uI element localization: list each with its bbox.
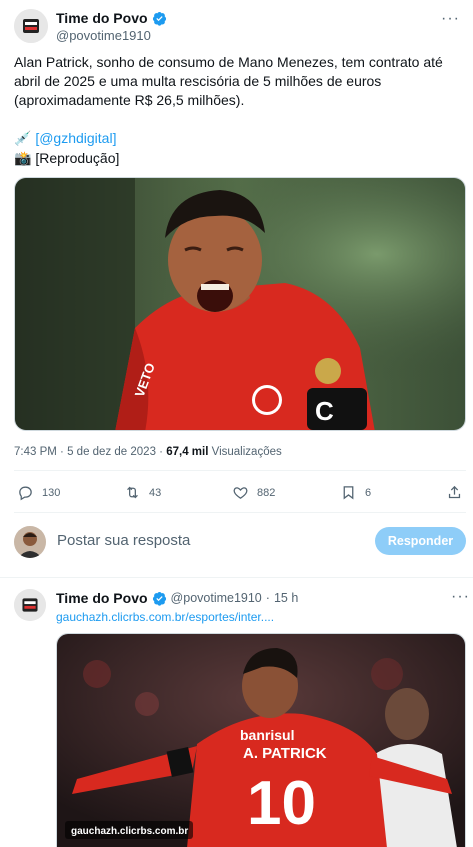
image-source-caption: gauchazh.clicrbs.com.br (71, 826, 188, 837)
reply-input[interactable]: Postar sua resposta (57, 532, 190, 549)
second-author-avatar[interactable] (14, 589, 46, 621)
user-avatar[interactable] (14, 526, 46, 558)
tweet-meta: 7:43 PM · 5 de dez de 2023 · 67,4 mil Vi… (14, 446, 282, 458)
more-options-icon[interactable]: ··· (441, 10, 460, 28)
views-label: Visualizações (211, 446, 282, 458)
tweet-date[interactable]: 5 de dez de 2023 (67, 446, 156, 458)
author-block: Time do Povo @povotime1910 (56, 10, 167, 43)
second-author-name[interactable]: Time do Povo (56, 590, 148, 606)
share-icon (448, 485, 461, 499)
meta-separator: · (60, 446, 64, 458)
tweet-photo[interactable]: C VETO (14, 177, 466, 431)
bookmark-action[interactable]: 6 (340, 484, 371, 501)
tweet-time[interactable]: 7:43 PM (14, 446, 57, 458)
divider (14, 470, 466, 471)
meta-separator-2: · (159, 446, 164, 458)
second-author-handle[interactable]: @povotime1910 (171, 591, 262, 605)
like-action[interactable]: 882 (232, 484, 275, 501)
author-name[interactable]: Time do Povo (56, 10, 148, 26)
retweet-count: 43 (149, 486, 162, 499)
second-dot: · (265, 591, 270, 605)
camera-emoji-icon: 📸 (14, 150, 32, 166)
second-tweet-link[interactable]: gauchazh.clicrbs.com.br/esportes/inter..… (56, 610, 274, 624)
author-avatar[interactable] (14, 9, 48, 43)
retweet-icon (127, 486, 138, 499)
author-name-row[interactable]: Time do Povo (56, 10, 167, 26)
heart-icon (233, 487, 248, 499)
divider (14, 512, 466, 513)
team-logo-icon (14, 9, 48, 43)
jersey-number-text: 10 (247, 769, 316, 838)
verified-badge-icon (152, 11, 166, 26)
share-action[interactable] (446, 484, 463, 501)
credit-link-gzh[interactable]: [@gzhdigital] (35, 130, 116, 146)
reply-action[interactable]: 130 (17, 484, 60, 501)
sponsor-text: banrisul (240, 727, 294, 743)
divider (0, 577, 473, 578)
user-avatar-icon (14, 526, 46, 558)
second-tweet-header: Time do Povo @povotime1910 · 15 h (56, 590, 298, 606)
svg-text:C: C (315, 396, 334, 426)
player-celebration-image: C VETO (15, 178, 465, 430)
syringe-emoji-icon: 💉 (14, 130, 32, 146)
credit-line-2: 📸 [Reprodução] (14, 149, 119, 168)
player-jersey-image: banrisul A. PATRICK 10 gauchazh.clicrbs.… (57, 634, 465, 847)
bookmark-icon (343, 486, 354, 500)
credit-line-1: 💉 [@gzhdigital] (14, 129, 116, 148)
jersey-name-text: A. PATRICK (243, 745, 327, 762)
team-logo-icon (14, 589, 46, 621)
second-age[interactable]: 15 h (274, 591, 298, 605)
credit-reproducao: [Reprodução] (35, 150, 120, 166)
like-count: 882 (257, 486, 276, 499)
link-card-image[interactable]: banrisul A. PATRICK 10 gauchazh.clicrbs.… (56, 633, 466, 847)
reply-button[interactable]: Responder (375, 527, 466, 555)
reply-count: 130 (42, 486, 61, 499)
retweet-action[interactable]: 43 (124, 484, 161, 501)
second-more-options-icon[interactable]: ··· (451, 588, 470, 606)
verified-badge-icon (152, 591, 166, 606)
reply-icon (19, 486, 32, 501)
author-handle[interactable]: @povotime1910 (56, 28, 167, 43)
bookmark-count: 6 (365, 486, 372, 499)
views-count: 67,4 mil (166, 446, 209, 458)
tweet-body: Alan Patrick, sonho de consumo de Mano M… (14, 54, 443, 108)
